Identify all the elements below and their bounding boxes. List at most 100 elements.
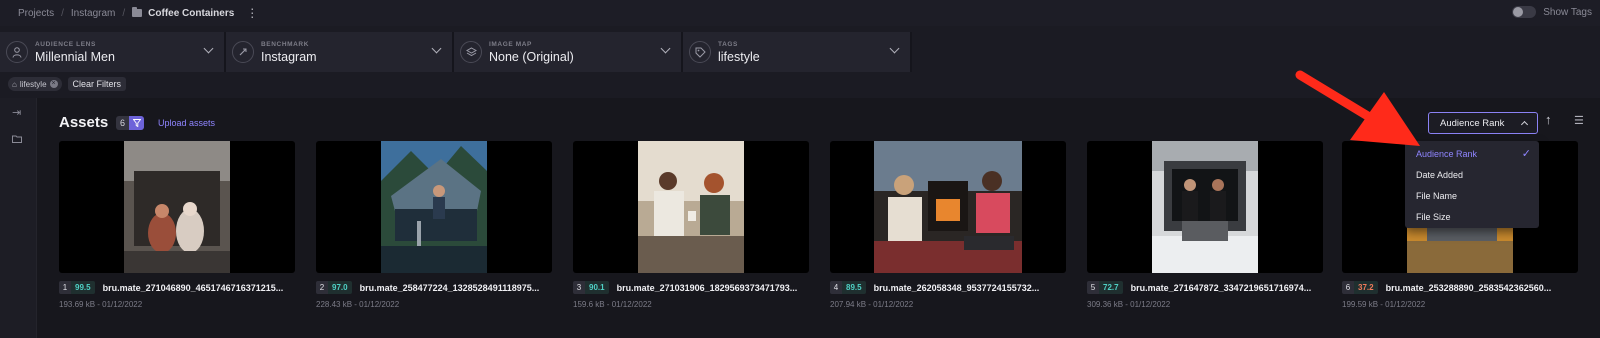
- score-badge: 97.0: [328, 281, 352, 294]
- folder-icon: [132, 7, 143, 17]
- file-name: bru.mate_253288890_2583542362560...: [1385, 282, 1552, 293]
- show-tags-toggle[interactable]: [1512, 6, 1537, 18]
- sort-dropdown-menu: Audience Rank ✓ Date Added File Name Fil…: [1405, 141, 1539, 228]
- sort-select[interactable]: Audience Rank: [1428, 112, 1538, 134]
- breadcrumb-separator: /: [122, 7, 126, 19]
- score-badge: 90.1: [585, 281, 609, 294]
- sort-option-file-name[interactable]: File Name: [1405, 185, 1539, 206]
- filter-label: BENCHMARK: [261, 40, 310, 48]
- chevron-down-icon: [660, 43, 671, 54]
- asset-thumbnail[interactable]: [830, 141, 1066, 273]
- filter-bar: AUDIENCE LENS Millennial Men BENCHMARK I…: [0, 32, 912, 72]
- asset-thumbnail[interactable]: [1087, 141, 1323, 273]
- filter-value: Millennial Men: [35, 49, 115, 64]
- score-badge: 37.2: [1354, 281, 1378, 294]
- score-badge: 89.5: [842, 281, 866, 294]
- assets-heading: Assets: [59, 114, 109, 131]
- assets-count: 6: [120, 118, 126, 128]
- filter-chip-lifestyle: ⌂ lifestyle ×: [8, 77, 62, 91]
- clear-filters-button[interactable]: Clear Filters: [67, 77, 127, 91]
- chevron-down-icon: [431, 43, 442, 54]
- remove-chip-icon[interactable]: ×: [49, 80, 58, 88]
- asset-card[interactable]: 5 72.7 bru.mate_271647872_33472196517169…: [1087, 141, 1323, 309]
- sort-selected-label: Audience Rank: [1440, 117, 1505, 129]
- file-size-date: 199.59 kB - 01/12/2022: [1342, 300, 1426, 309]
- person-icon: [6, 41, 28, 63]
- chevron-down-icon: [889, 43, 900, 54]
- file-size-date: 207.94 kB - 01/12/2022: [830, 300, 914, 309]
- assets-count-badge[interactable]: 6: [116, 116, 145, 130]
- rank-badge: 3: [573, 281, 585, 294]
- file-name: bru.mate_271046890_4651746716371215...: [102, 282, 283, 293]
- file-size-date: 309.36 kB - 01/12/2022: [1087, 300, 1171, 309]
- asset-thumbnail[interactable]: [573, 141, 809, 273]
- benchmark-select[interactable]: BENCHMARK Instagram: [226, 32, 454, 72]
- asset-card[interactable]: 1 99.5 bru.mate_271046890_46517467163712…: [59, 141, 295, 309]
- file-size-date: 193.69 kB - 01/12/2022: [59, 300, 143, 309]
- active-filters: ⌂ lifestyle × Clear Filters: [8, 77, 127, 91]
- folder-icon[interactable]: [12, 134, 22, 146]
- asset-image: [1152, 141, 1258, 273]
- tags-select[interactable]: TAGS lifestyle: [683, 32, 912, 72]
- chevron-down-icon: [203, 43, 214, 54]
- image-map-select[interactable]: IMAGE MAP None (Original): [454, 32, 683, 72]
- file-name: bru.mate_258477224_1328528491118975...: [359, 282, 540, 293]
- rank-badge: 1: [59, 281, 71, 294]
- file-size-date: 228.43 kB - 01/12/2022: [316, 300, 400, 309]
- sort-option-file-size[interactable]: File Size: [1405, 206, 1539, 227]
- sidebar: ⇥: [0, 98, 37, 338]
- expand-sidebar-icon[interactable]: ⇥: [12, 106, 21, 119]
- file-size-date: 159.6 kB - 01/12/2022: [573, 300, 652, 309]
- score-badge: 72.7: [1099, 281, 1123, 294]
- filter-value: lifestyle: [718, 49, 760, 64]
- main-content: ⇥ Assets 6 Upload assets Audience Rank ↑…: [0, 98, 1600, 338]
- rank-badge: 2: [316, 281, 328, 294]
- filter-label: TAGS: [718, 40, 738, 48]
- tag-icon: ⌂: [12, 79, 17, 89]
- sort-option-label: Date Added: [1416, 169, 1464, 180]
- show-tags-label: Show Tags: [1543, 6, 1592, 18]
- breadcrumb-projects[interactable]: Projects: [18, 8, 54, 19]
- file-name: bru.mate_262058348_9537724155732...: [873, 282, 1040, 293]
- asset-card[interactable]: 4 89.5 bru.mate_262058348_9537724155732.…: [830, 141, 1066, 309]
- filter-icon[interactable]: [129, 116, 145, 130]
- asset-image: [638, 141, 744, 273]
- filter-chip-label: lifestyle: [19, 79, 47, 89]
- score-badge: 99.5: [71, 281, 95, 294]
- benchmark-icon: [232, 41, 254, 63]
- asset-image: [381, 141, 487, 273]
- sort-option-label: File Name: [1416, 190, 1458, 201]
- sort-option-audience-rank[interactable]: Audience Rank ✓: [1405, 143, 1539, 164]
- breadcrumb-instagram[interactable]: Instagram: [71, 8, 115, 19]
- filter-label: IMAGE MAP: [489, 40, 532, 48]
- list-view-icon[interactable]: ☰: [1574, 114, 1584, 127]
- layers-icon: [460, 41, 482, 63]
- checkmark-icon: ✓: [1521, 148, 1531, 160]
- upload-assets-link[interactable]: Upload assets: [158, 118, 215, 128]
- sort-option-label: Audience Rank: [1416, 148, 1478, 159]
- sort-option-date-added[interactable]: Date Added: [1405, 164, 1539, 185]
- asset-card[interactable]: 3 90.1 bru.mate_271031906_18295693734717…: [573, 141, 809, 309]
- asset-thumbnail[interactable]: [59, 141, 295, 273]
- breadcrumb-separator: /: [61, 7, 64, 19]
- filter-label: AUDIENCE LENS: [35, 40, 96, 48]
- rank-badge: 6: [1342, 281, 1354, 294]
- show-tags-control[interactable]: Show Tags: [1512, 6, 1592, 18]
- filter-value: None (Original): [489, 49, 574, 64]
- breadcrumb-current: Coffee Containers: [148, 7, 235, 19]
- audience-lens-select[interactable]: AUDIENCE LENS Millennial Men: [0, 32, 226, 72]
- top-bar: Projects / Instagram / Coffee Containers…: [0, 0, 1600, 26]
- sort-direction-icon[interactable]: ↑: [1545, 112, 1552, 127]
- file-name: bru.mate_271647872_3347219651716974...: [1130, 282, 1311, 293]
- rank-badge: 5: [1087, 281, 1099, 294]
- chevron-up-icon: [1520, 120, 1529, 129]
- asset-card[interactable]: 2 97.0 bru.mate_258477224_13285284911189…: [316, 141, 552, 309]
- more-options-icon[interactable]: ⋮: [246, 7, 258, 19]
- rank-badge: 4: [830, 281, 842, 294]
- sort-option-label: File Size: [1416, 211, 1451, 222]
- filter-value: Instagram: [261, 49, 317, 64]
- asset-thumbnail[interactable]: [316, 141, 552, 273]
- asset-image: [874, 141, 1022, 273]
- tag-icon: [689, 41, 711, 63]
- file-name: bru.mate_271031906_1829569373471793...: [616, 282, 797, 293]
